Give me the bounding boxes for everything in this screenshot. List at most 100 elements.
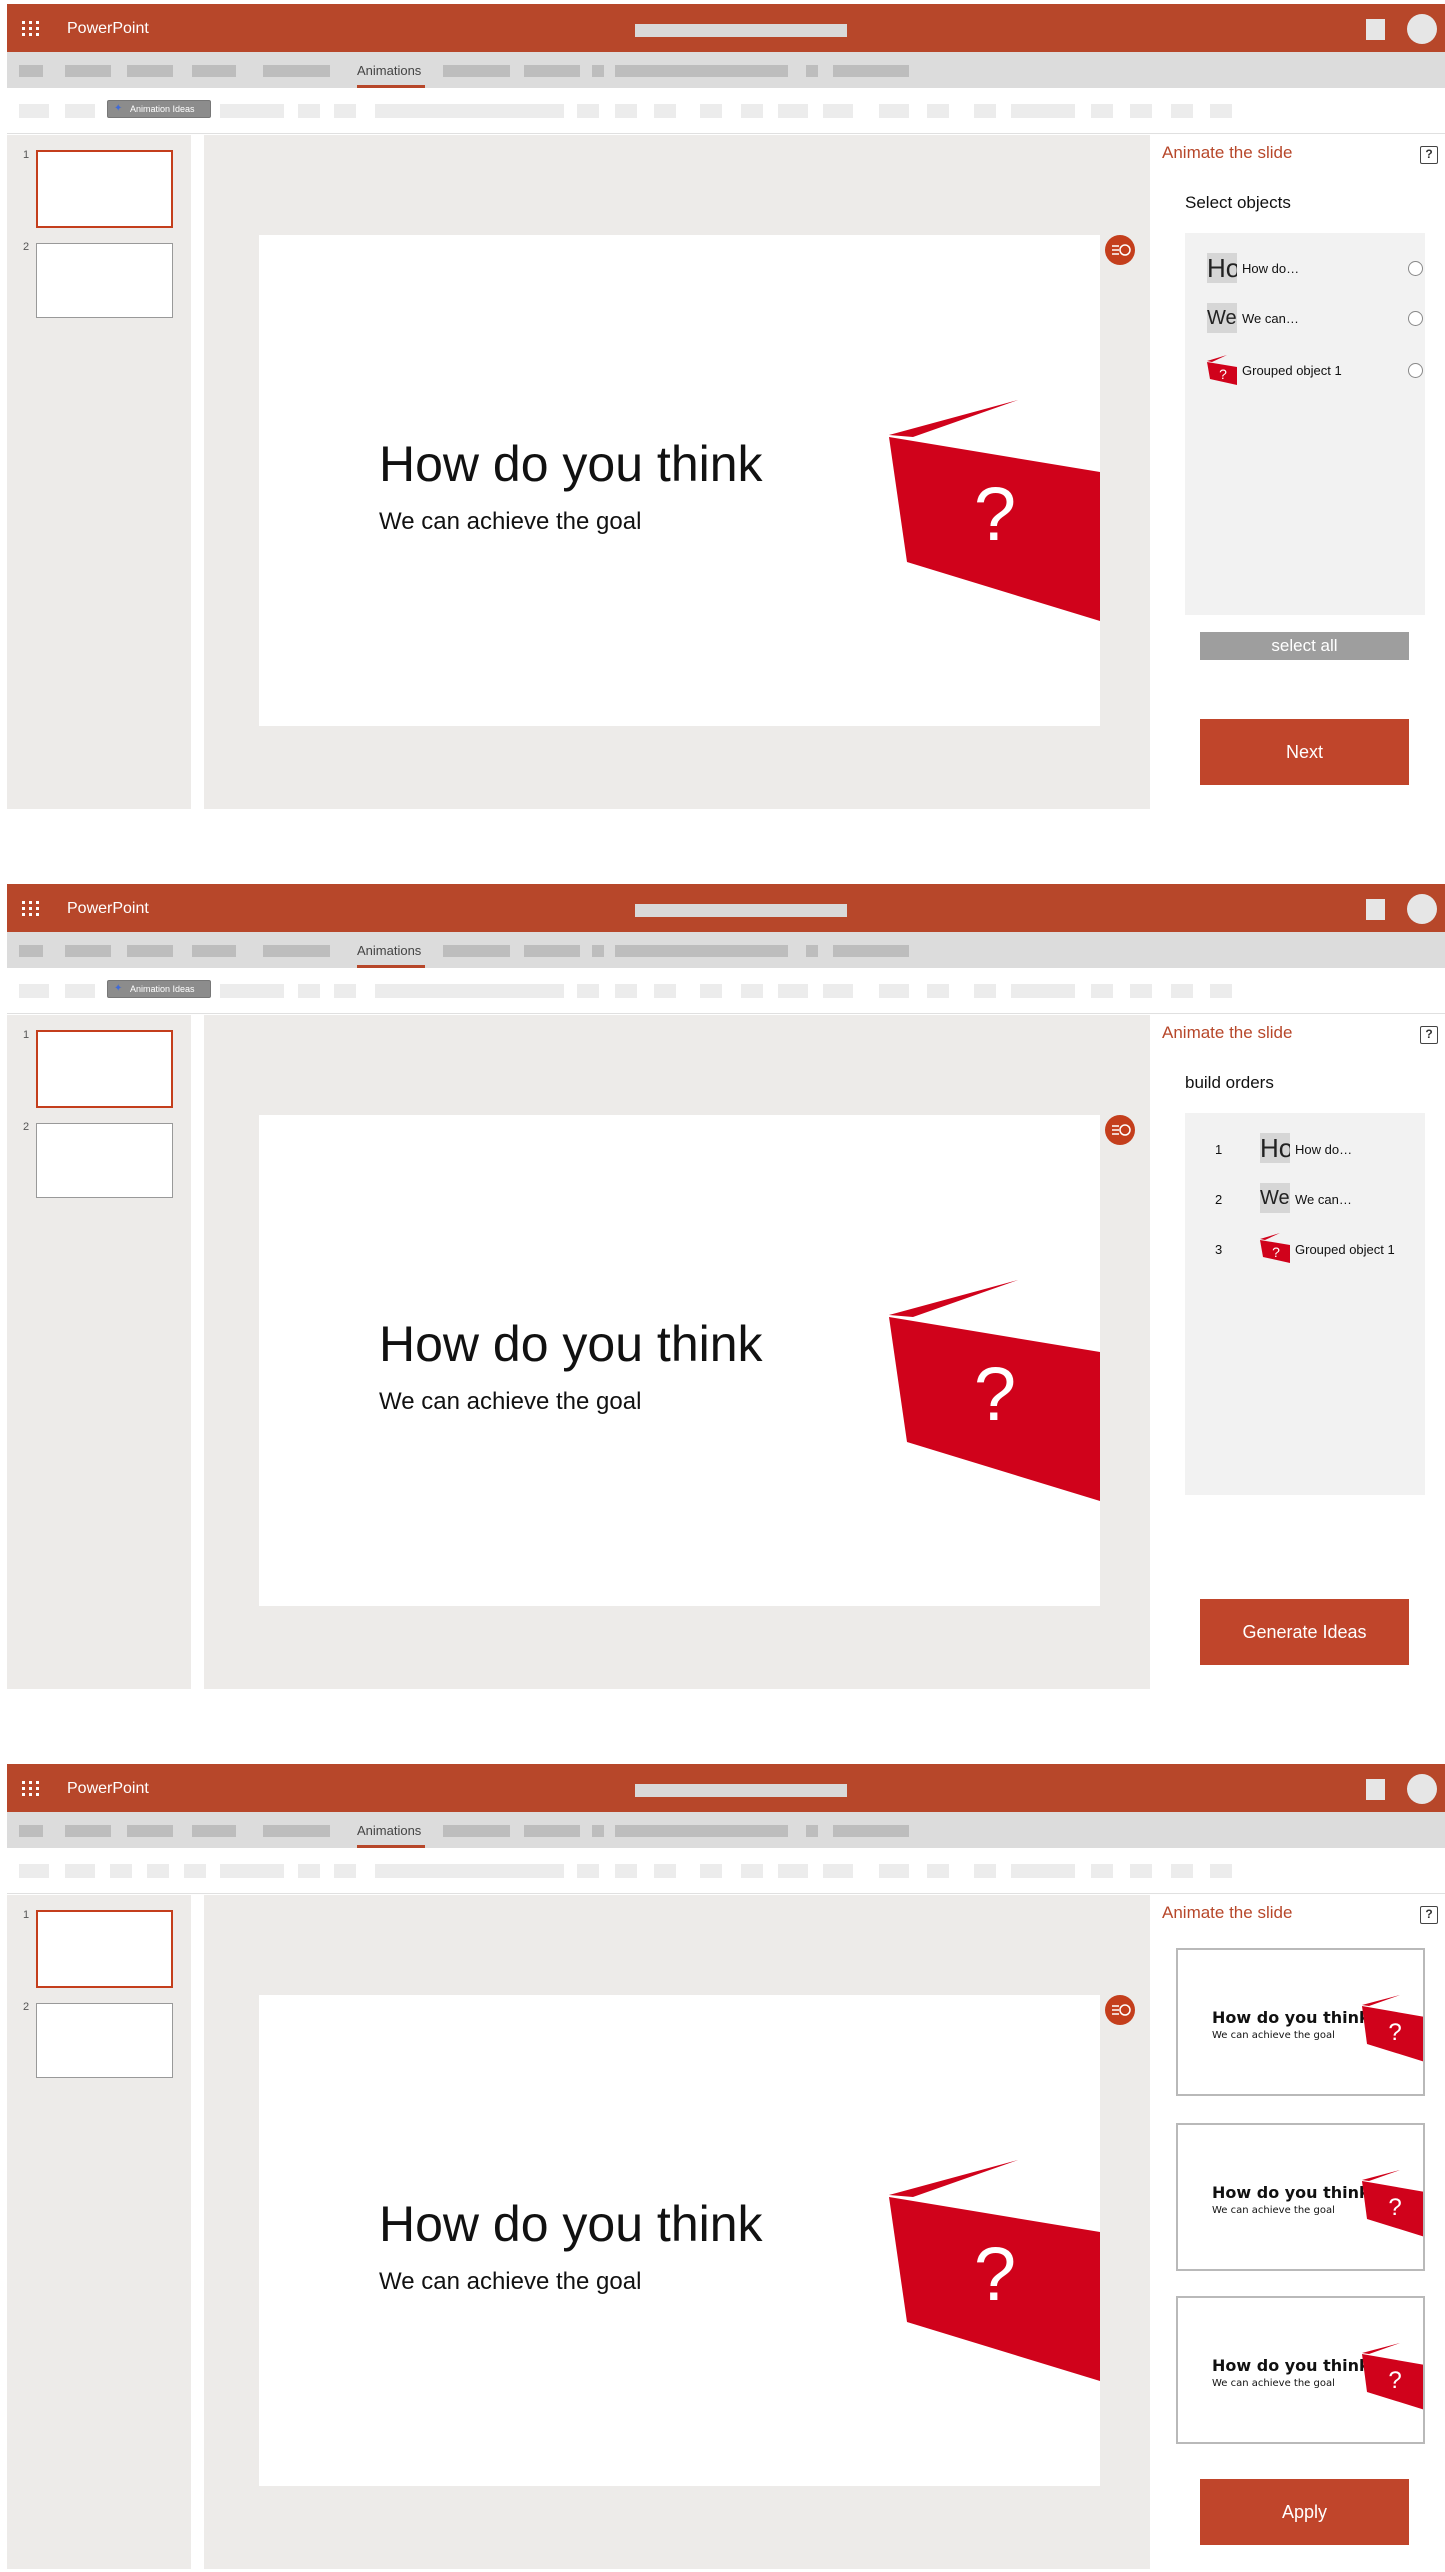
ribbon-command[interactable] bbox=[1171, 104, 1193, 118]
animation-ideas-button[interactable]: ✦ Animation Ideas bbox=[107, 980, 211, 998]
notification-icon[interactable] bbox=[1366, 19, 1385, 40]
tab-animations[interactable]: Animations bbox=[357, 63, 421, 78]
next-button[interactable]: Next bbox=[1200, 719, 1409, 785]
tab-review[interactable] bbox=[592, 945, 604, 957]
animation-gallery[interactable] bbox=[375, 984, 564, 998]
redo-button[interactable] bbox=[65, 984, 95, 998]
slide[interactable]: How do you think We can achieve the goal… bbox=[259, 1115, 1100, 1606]
ribbon-command[interactable] bbox=[1210, 1864, 1232, 1878]
ribbon-command[interactable] bbox=[1091, 104, 1113, 118]
ribbon-command[interactable] bbox=[974, 984, 996, 998]
generate-ideas-button[interactable]: Generate Ideas bbox=[1200, 1599, 1409, 1665]
avatar[interactable] bbox=[1407, 14, 1437, 44]
object-row[interactable]: ? Grouped object 1 bbox=[1207, 355, 1423, 389]
avatar[interactable] bbox=[1407, 1774, 1437, 1804]
help-icon[interactable]: ? bbox=[1420, 146, 1438, 164]
ribbon-command[interactable] bbox=[741, 1864, 763, 1878]
ribbon-command[interactable] bbox=[1130, 984, 1152, 998]
slide-thumbnail-1[interactable] bbox=[36, 1030, 173, 1108]
slide-thumbnail-1[interactable] bbox=[36, 150, 173, 228]
preview-button[interactable] bbox=[220, 104, 284, 118]
ribbon-command[interactable] bbox=[778, 104, 808, 118]
ribbon-command[interactable] bbox=[700, 1864, 722, 1878]
ribbon-command[interactable] bbox=[778, 1864, 808, 1878]
tab-transitions[interactable] bbox=[443, 65, 510, 77]
tab-tell-me[interactable] bbox=[615, 1825, 788, 1837]
order-row[interactable]: 3 ? Grouped object 1 bbox=[1215, 1233, 1425, 1267]
slide-title[interactable]: How do you think bbox=[379, 435, 763, 493]
ribbon-command[interactable] bbox=[1130, 104, 1152, 118]
ribbon-command[interactable] bbox=[147, 1864, 169, 1878]
tab-review[interactable] bbox=[592, 65, 604, 77]
tab-review[interactable] bbox=[592, 1825, 604, 1837]
order-row[interactable]: 1 Ho How do… bbox=[1215, 1133, 1425, 1167]
preview-button[interactable] bbox=[220, 984, 284, 998]
ribbon-command[interactable] bbox=[110, 1864, 132, 1878]
help-icon[interactable]: ? bbox=[1420, 1026, 1438, 1044]
ribbon-command[interactable] bbox=[778, 984, 808, 998]
slide-subtitle[interactable]: We can achieve the goal bbox=[379, 2268, 641, 2296]
ribbon-command[interactable] bbox=[879, 984, 909, 998]
undo-button[interactable] bbox=[19, 1864, 49, 1878]
help-icon[interactable]: ? bbox=[1420, 1906, 1438, 1924]
tab-view[interactable] bbox=[806, 65, 818, 77]
ribbon-command[interactable] bbox=[927, 1864, 949, 1878]
slide[interactable]: How do you think We can achieve the goal… bbox=[259, 235, 1100, 726]
tab-file[interactable] bbox=[19, 1825, 43, 1837]
slide-thumbnail-1[interactable] bbox=[36, 1910, 173, 1988]
tab-draw[interactable] bbox=[192, 945, 236, 957]
animation-idea-card[interactable]: How do you think We can achieve the goal… bbox=[1176, 1948, 1425, 2096]
question-flag-graphic[interactable]: ? bbox=[889, 1280, 1100, 1501]
ribbon-command[interactable] bbox=[184, 1864, 206, 1878]
tab-view[interactable] bbox=[806, 945, 818, 957]
ribbon-command[interactable] bbox=[1091, 984, 1113, 998]
tab-insert[interactable] bbox=[127, 1825, 173, 1837]
avatar[interactable] bbox=[1407, 894, 1437, 924]
ribbon-command[interactable] bbox=[298, 984, 320, 998]
tab-file[interactable] bbox=[19, 65, 43, 77]
ribbon-command[interactable] bbox=[577, 984, 599, 998]
apply-button[interactable]: Apply bbox=[1200, 2479, 1409, 2545]
tab-home[interactable] bbox=[65, 945, 111, 957]
ribbon-command[interactable] bbox=[879, 104, 909, 118]
tab-home[interactable] bbox=[65, 65, 111, 77]
redo-button[interactable] bbox=[65, 1864, 95, 1878]
question-flag-graphic[interactable]: ? bbox=[889, 400, 1100, 621]
ribbon-command[interactable] bbox=[741, 984, 763, 998]
ribbon-command[interactable] bbox=[334, 1864, 356, 1878]
ribbon-command[interactable] bbox=[334, 984, 356, 998]
tab-help[interactable] bbox=[833, 65, 909, 77]
object-row[interactable]: We We can… bbox=[1207, 303, 1423, 337]
ribbon-command[interactable] bbox=[700, 104, 722, 118]
tab-view[interactable] bbox=[806, 1825, 818, 1837]
document-title-bar[interactable] bbox=[635, 904, 847, 917]
tab-slideshow[interactable] bbox=[524, 65, 580, 77]
tab-tell-me[interactable] bbox=[615, 65, 788, 77]
slide-thumbnail-2[interactable] bbox=[36, 2003, 173, 2078]
select-all-button[interactable]: select all bbox=[1200, 632, 1409, 660]
tab-draw[interactable] bbox=[192, 65, 236, 77]
notification-icon[interactable] bbox=[1366, 1779, 1385, 1800]
undo-button[interactable] bbox=[19, 104, 49, 118]
object-radio[interactable] bbox=[1408, 261, 1423, 276]
ribbon-command[interactable] bbox=[1091, 1864, 1113, 1878]
slide-subtitle[interactable]: We can achieve the goal bbox=[379, 508, 641, 536]
ribbon-command[interactable] bbox=[1171, 1864, 1193, 1878]
ribbon-command[interactable] bbox=[298, 104, 320, 118]
ribbon-command[interactable] bbox=[1011, 1864, 1075, 1878]
ribbon-command[interactable] bbox=[1011, 984, 1075, 998]
ribbon-command[interactable] bbox=[974, 104, 996, 118]
tab-file[interactable] bbox=[19, 945, 43, 957]
designer-badge-icon[interactable] bbox=[1105, 1995, 1135, 2025]
slide-thumbnail-2[interactable] bbox=[36, 1123, 173, 1198]
ribbon-command[interactable] bbox=[1210, 104, 1232, 118]
tab-design[interactable] bbox=[263, 945, 330, 957]
animation-idea-card[interactable]: How do you think We can achieve the goal… bbox=[1176, 2296, 1425, 2444]
ribbon-command[interactable] bbox=[927, 984, 949, 998]
ribbon-command[interactable] bbox=[577, 104, 599, 118]
app-launcher-icon[interactable] bbox=[22, 901, 40, 917]
ribbon-command[interactable] bbox=[334, 104, 356, 118]
tab-transitions[interactable] bbox=[443, 945, 510, 957]
document-title-bar[interactable] bbox=[635, 1784, 847, 1797]
tab-draw[interactable] bbox=[192, 1825, 236, 1837]
